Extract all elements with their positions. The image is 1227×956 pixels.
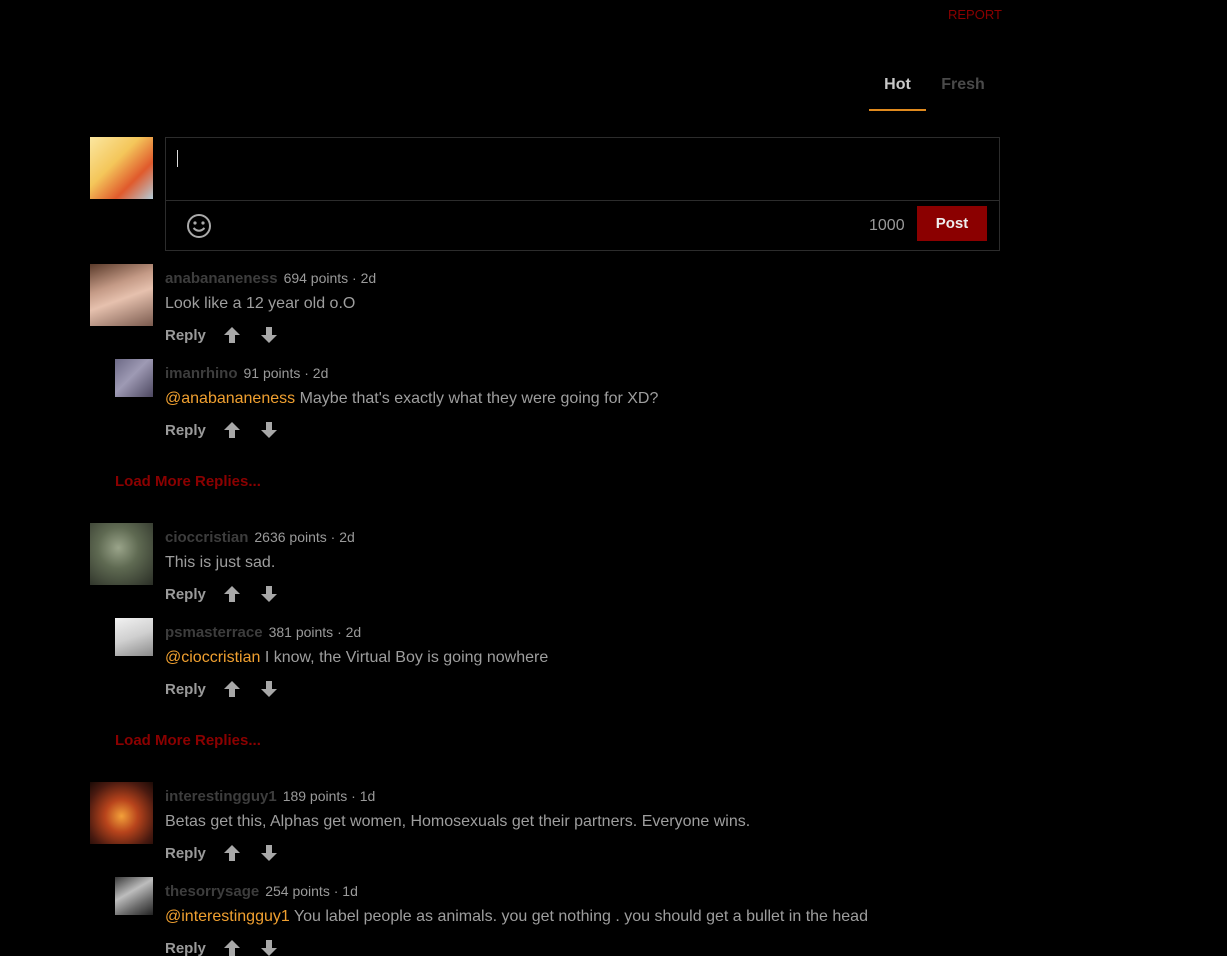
comment: anabananeness 694 points · 2d Look like a… (90, 264, 1000, 354)
arrow-up-icon[interactable] (223, 939, 241, 956)
points: 2636 points (254, 529, 327, 545)
avatar[interactable] (115, 618, 153, 656)
tab-hot[interactable]: Hot (869, 74, 926, 111)
comment-input[interactable] (166, 138, 999, 201)
reply-button[interactable]: Reply (165, 327, 206, 344)
arrow-down-icon[interactable] (260, 326, 278, 344)
reply-comment: thesorrysage 254 points · 1d @interesting… (115, 877, 1000, 956)
comment: cioccristian 2636 points · 2d This is jus… (90, 523, 1000, 613)
avatar[interactable] (90, 264, 153, 326)
points: 694 points (283, 270, 349, 286)
comment-actions: Reply (165, 421, 278, 439)
comment-meta: thesorrysage 254 points · 1d (165, 883, 358, 900)
comment-meta: psmasterrace 381 points · 2d (165, 624, 361, 641)
avatar[interactable] (115, 877, 153, 915)
arrow-down-icon[interactable] (260, 844, 278, 862)
comment-text: Look like a 12 year old o.O (165, 295, 356, 312)
load-more-replies[interactable]: Load More Replies... (115, 732, 261, 749)
comment-meta: anabananeness 694 points · 2d (165, 270, 376, 287)
comment-age: 2d (312, 365, 329, 381)
points: 254 points (265, 883, 330, 899)
reply-comment: psmasterrace 381 points · 2d @cioccristia… (115, 618, 1000, 708)
text-caret (177, 150, 178, 167)
username[interactable]: interestingguy1 (165, 788, 277, 805)
arrow-up-icon[interactable] (223, 326, 241, 344)
comment-meta: imanrhino 91 points · 2d (165, 365, 328, 382)
username[interactable]: psmasterrace (165, 624, 263, 641)
avatar[interactable] (115, 359, 153, 397)
comment-meta: interestingguy1 189 points · 1d (165, 788, 375, 805)
comment-age: 2d (345, 624, 362, 640)
points: 381 points (268, 624, 334, 640)
reply-button[interactable]: Reply (165, 422, 206, 439)
arrow-down-icon[interactable] (260, 680, 278, 698)
comment-meta: cioccristian 2636 points · 2d (165, 529, 355, 546)
comment-actions: Reply (165, 680, 278, 698)
meta-separator: · (348, 270, 361, 286)
comment-age: 1d (342, 883, 358, 899)
comment: interestingguy1 189 points · 1d Betas get… (90, 782, 1000, 872)
character-count: 1000 (869, 217, 905, 234)
arrow-up-icon[interactable] (223, 421, 241, 439)
arrow-down-icon[interactable] (260, 421, 278, 439)
username[interactable]: thesorrysage (165, 883, 259, 900)
comment-text: This is just sad. (165, 554, 276, 571)
username[interactable]: cioccristian (165, 529, 248, 546)
comment-age: 1d (359, 788, 376, 804)
reply-text: Maybe that's exactly what they were goin… (295, 390, 659, 407)
comment-actions: Reply (165, 844, 278, 862)
comment-actions: Reply (165, 585, 278, 603)
meta-separator: · (326, 529, 340, 545)
meta-separator: · (300, 365, 313, 381)
reply-text: You label people as animals. you get not… (289, 908, 868, 925)
arrow-up-icon[interactable] (223, 585, 241, 603)
comment-age: 2d (360, 270, 377, 286)
points: 91 points (243, 365, 301, 381)
comment-actions: Reply (165, 326, 278, 344)
arrow-up-icon[interactable] (223, 680, 241, 698)
meta-separator: · (347, 788, 360, 804)
reply-button[interactable]: Reply (165, 586, 206, 603)
smiley-icon[interactable] (186, 213, 212, 239)
avatar[interactable] (90, 523, 153, 585)
comment-text: @cioccristian I know, the Virtual Boy is… (165, 649, 548, 667)
comment-text: @anabananeness Maybe that's exactly what… (165, 390, 658, 408)
comment-text: Betas get this, Alphas get women, Homose… (165, 813, 751, 830)
sort-tabs: Hot Fresh (869, 74, 985, 111)
reply-button[interactable]: Reply (165, 681, 206, 698)
avatar[interactable] (90, 782, 153, 844)
post-button[interactable]: Post (917, 206, 987, 241)
arrow-down-icon[interactable] (260, 585, 278, 603)
reply-button[interactable]: Reply (165, 940, 206, 956)
current-user-avatar (90, 137, 153, 199)
username[interactable]: anabananeness (165, 270, 278, 287)
load-more-replies[interactable]: Load More Replies... (115, 473, 261, 490)
user-mention[interactable]: @anabananeness (165, 390, 295, 407)
points: 189 points (282, 788, 348, 804)
tab-fresh[interactable]: Fresh (941, 74, 985, 111)
comment-composer: 1000 Post (165, 137, 1000, 251)
arrow-up-icon[interactable] (223, 844, 241, 862)
meta-separator: · (333, 624, 346, 640)
comment-actions: Reply (165, 939, 278, 956)
username[interactable]: imanrhino (165, 365, 238, 382)
report-link[interactable]: REPORT (948, 7, 1002, 22)
reply-text: I know, the Virtual Boy is going nowhere (260, 649, 549, 666)
comment-text: @interestingguy1 You label people as ani… (165, 908, 868, 926)
arrow-down-icon[interactable] (260, 939, 278, 956)
meta-separator: · (329, 883, 343, 899)
user-mention[interactable]: @interestingguy1 (165, 908, 290, 925)
reply-button[interactable]: Reply (165, 845, 206, 862)
user-mention[interactable]: @cioccristian (165, 649, 260, 666)
reply-comment: imanrhino 91 points · 2d @anabananeness M… (115, 359, 1000, 449)
comment-age: 2d (339, 529, 355, 545)
